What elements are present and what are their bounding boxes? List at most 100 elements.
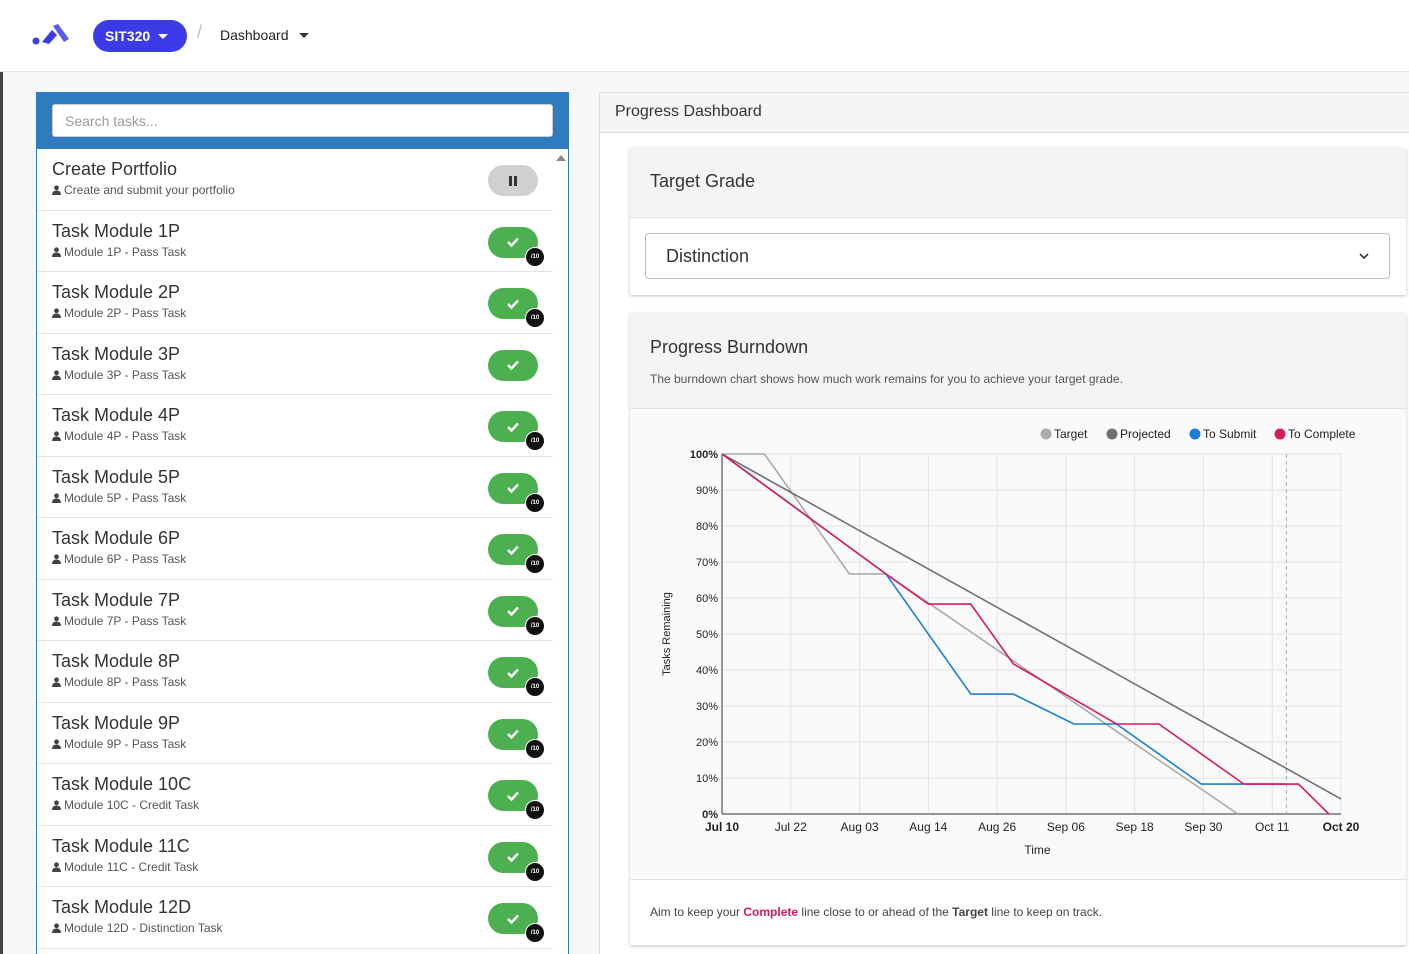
task-subtitle-text: Module 2P - Pass Task [64, 306, 187, 320]
series-line-to-submit [721, 453, 1287, 785]
target-grade-card: Target Grade Distinction [630, 148, 1406, 295]
target-grade-value: Distinction [666, 245, 750, 266]
task-grade-badge: /10 [525, 492, 545, 513]
task-subtitle-text: Module 8P - Pass Task [64, 675, 187, 689]
task-subtitle: Module 9P - Pass Task [52, 737, 538, 751]
task-subtitle: Module 6P - Pass Task [52, 552, 538, 566]
burndown-chart-area: 0% 10% 20% 30% 40% 50% 60% 70% 80% 90% 100% Jul 10 J… [630, 409, 1406, 879]
task-subtitle: Module 8P - Pass Task [52, 675, 538, 689]
task-grade-badge: /10 [525, 246, 545, 267]
task-grade-badge: /10 [525, 677, 545, 697]
top-navbar: SIT320 / Dashboard [0, 0, 1409, 72]
legend-label: To Complete [1288, 427, 1356, 441]
pause-icon [509, 175, 517, 186]
task-list-item[interactable]: Task Module 2P Module 2P - Pass Task/10 [37, 272, 553, 334]
burndown-title: Progress Burndown [650, 337, 809, 357]
task-status-pill[interactable] [488, 165, 538, 196]
task-list-item[interactable]: Task Module 8P Module 8P - Pass Task/10 [37, 641, 553, 703]
task-subtitle: Module 5P - Pass Task [52, 491, 538, 505]
task-list-item[interactable]: Task Module 4P Module 4P - Pass Task/10 [37, 395, 553, 457]
unit-label: SIT320 [105, 28, 151, 44]
task-subtitle-text: Module 6P - Pass Task [64, 552, 187, 566]
y-tick-label: 30% [696, 701, 718, 713]
task-list-item[interactable]: Create Portfolio Create and submit your p… [37, 149, 553, 211]
breadcrumb-dashboard-dropdown[interactable]: Dashboard [220, 27, 309, 43]
footer-text-mid: line close to or ahead of the [798, 905, 953, 919]
search-input[interactable] [52, 104, 553, 137]
user-icon [52, 369, 61, 380]
user-icon [52, 431, 61, 441]
legend-marker-to-submit [1189, 428, 1201, 440]
task-subtitle-text: Module 9P - Pass Task [64, 736, 187, 751]
y-tick-label: 80% [696, 521, 718, 533]
task-list-item[interactable]: Task Module 11C Module 11C - Credit Task /… [37, 826, 553, 887]
chevron-down-icon [1359, 253, 1369, 260]
legend-marker-to-complete [1274, 428, 1286, 440]
footer-text-post: line to keep on track. [987, 905, 1103, 919]
x-tick-label: Sep 30 [1184, 820, 1222, 834]
user-icon [52, 800, 61, 810]
task-subtitle-text: Module 1P - Pass Task [64, 244, 187, 259]
task-grade-badge: /10 [525, 923, 545, 943]
task-name: Task Module 3P [52, 343, 181, 364]
check-icon [507, 360, 519, 371]
check-icon [507, 914, 519, 924]
footer-text-pre: Aim to keep your [650, 905, 744, 919]
caret-down-icon [298, 32, 309, 38]
y-tick-label: 100% [690, 449, 718, 461]
burndown-card: Progress Burndown The burndown chart sho… [630, 313, 1406, 945]
y-tick-label: 70% [696, 557, 718, 569]
task-grade-badge: /10 [525, 308, 545, 328]
task-list: Create Portfolio Create and submit your p… [37, 149, 568, 949]
x-tick-label: Sep 18 [1116, 820, 1154, 834]
task-grade-badge: /10 [525, 615, 545, 636]
burndown-footer-note: Aim to keep your Complete line close to … [630, 879, 1406, 945]
breadcrumb-label: Dashboard [220, 27, 289, 43]
task-subtitle: Module 1P - Pass Task [52, 245, 538, 259]
x-tick-label: Aug 03 [841, 820, 879, 834]
task-list-item[interactable]: Task Module 7P Module 7P - Pass Task/10 [37, 580, 553, 641]
task-grade-badge: /10 [525, 800, 545, 820]
task-subtitle-text: Module 7P - Pass Task [64, 613, 187, 628]
task-list-item[interactable]: Task Module 9P Module 9P - Pass Task/10 [37, 703, 553, 764]
x-axis-title: Time [1024, 843, 1051, 857]
check-icon [507, 668, 519, 678]
task-list-item[interactable]: Task Module 3P Module 3P - Pass Task [37, 334, 553, 395]
check-icon [507, 545, 519, 555]
task-list-item[interactable]: Task Module 5P Module 5P - Pass Task/10 [37, 457, 553, 518]
footer-complete-word: Complete [743, 905, 799, 919]
task-list-item[interactable]: Task Module 1P Module 1P - Pass Task/10 [37, 211, 553, 272]
task-name: Task Module 5P [52, 466, 181, 487]
y-tick-label: 60% [696, 593, 718, 605]
target-grade-header: Target Grade [630, 148, 1406, 218]
burndown-description: The burndown chart shows how much work r… [650, 372, 1123, 386]
y-tick-label: 10% [696, 773, 718, 785]
target-grade-select[interactable]: Distinction [645, 233, 1390, 279]
task-subtitle: Module 2P - Pass Task [52, 306, 538, 320]
task-subtitle-text: Module 12D - Distinction Task [64, 921, 223, 935]
user-icon [52, 615, 61, 626]
task-subtitle-text: Module 3P - Pass Task [64, 367, 187, 382]
task-subtitle-text: Module 11C - Credit Task [64, 859, 199, 874]
task-name: Task Module 12D [52, 897, 192, 917]
check-icon [507, 852, 519, 863]
task-list-item[interactable]: Task Module 10C Module 10C - Credit Task /… [37, 764, 553, 826]
x-tick-label: Jul 22 [775, 820, 807, 834]
app-logo[interactable] [32, 22, 70, 46]
x-tick-label: Aug 14 [909, 820, 947, 834]
task-name: Task Module 10C [52, 774, 192, 794]
user-icon [52, 861, 61, 872]
task-status-pill[interactable] [488, 349, 538, 381]
task-list-item[interactable]: Task Module 6P Module 6P - Pass Task/10 [37, 518, 553, 580]
check-icon [507, 483, 519, 494]
burndown-header: Progress Burndown The burndown chart sho… [630, 313, 1406, 409]
legend-label: Target [1054, 427, 1088, 441]
task-grade-badge: /10 [525, 554, 545, 574]
task-subtitle-text: Create and submit your portfolio [64, 183, 235, 197]
task-grade-badge: /10 [525, 861, 545, 882]
task-name: Task Module 1P [52, 220, 181, 241]
x-tick-label: Aug 26 [978, 820, 1016, 834]
task-list-item[interactable]: Task Module 12D Module 12D - Distinction … [37, 887, 553, 949]
unit-selector-button[interactable]: SIT320 [93, 20, 187, 52]
task-list-panel: Create Portfolio Create and submit your p… [36, 92, 569, 954]
